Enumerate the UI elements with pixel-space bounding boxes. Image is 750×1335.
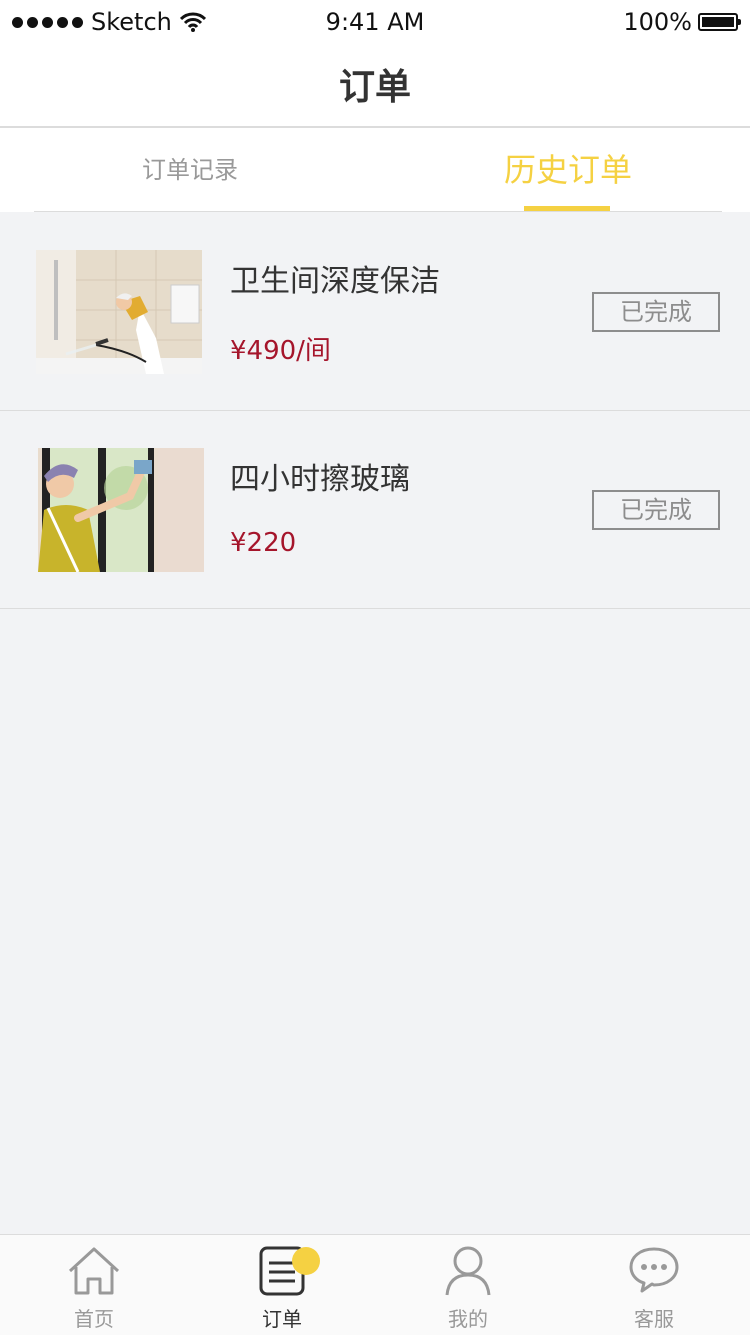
tabbar-item-home[interactable]: 首页 <box>34 1235 154 1335</box>
order-thumbnail-bathroom <box>36 250 202 374</box>
tab-history-orders[interactable]: 历史订单 <box>470 128 666 212</box>
tabbar-item-service[interactable]: 客服 <box>594 1235 714 1335</box>
status-badge: 已完成 <box>592 490 720 530</box>
order-title: 四小时擦玻璃 <box>230 462 410 497</box>
page-title: 订单 <box>338 67 411 108</box>
order-thumbnail-window <box>38 448 204 572</box>
home-icon <box>68 1247 120 1295</box>
status-badge: 已完成 <box>592 292 720 332</box>
order-tabs: 订单记录 历史订单 <box>0 128 750 212</box>
tabbar-label-profile: 我的 <box>448 1307 488 1331</box>
chat-icon <box>629 1247 679 1293</box>
tab-order-records[interactable]: 订单记录 <box>90 128 290 212</box>
order-item[interactable]: 卫生间深度保洁 ¥490/间 已完成 <box>0 212 750 411</box>
battery-icon <box>698 13 741 31</box>
user-icon <box>445 1246 491 1296</box>
status-bar: Sketch 9:41 AM 100% <box>0 0 750 44</box>
tabbar-item-orders[interactable]: 订单 <box>222 1235 342 1335</box>
tabbar-item-profile[interactable]: 我的 <box>408 1235 528 1335</box>
order-item[interactable]: 四小时擦玻璃 ¥220 已完成 <box>0 410 750 609</box>
battery-percent: 100% <box>623 8 692 36</box>
bottom-tab-bar: 首页 订单 我的 客服 <box>0 1234 750 1335</box>
tabbar-label-home: 首页 <box>74 1307 114 1331</box>
order-title: 卫生间深度保洁 <box>230 264 440 299</box>
tabbar-label-service: 客服 <box>634 1307 674 1331</box>
notification-dot <box>292 1247 320 1275</box>
nav-bar: 订单 <box>0 44 750 128</box>
order-price: ¥220 <box>230 528 297 558</box>
battery-area: 100% <box>623 8 741 36</box>
tabbar-label-orders: 订单 <box>262 1307 302 1331</box>
order-price: ¥490/间 <box>230 336 331 366</box>
